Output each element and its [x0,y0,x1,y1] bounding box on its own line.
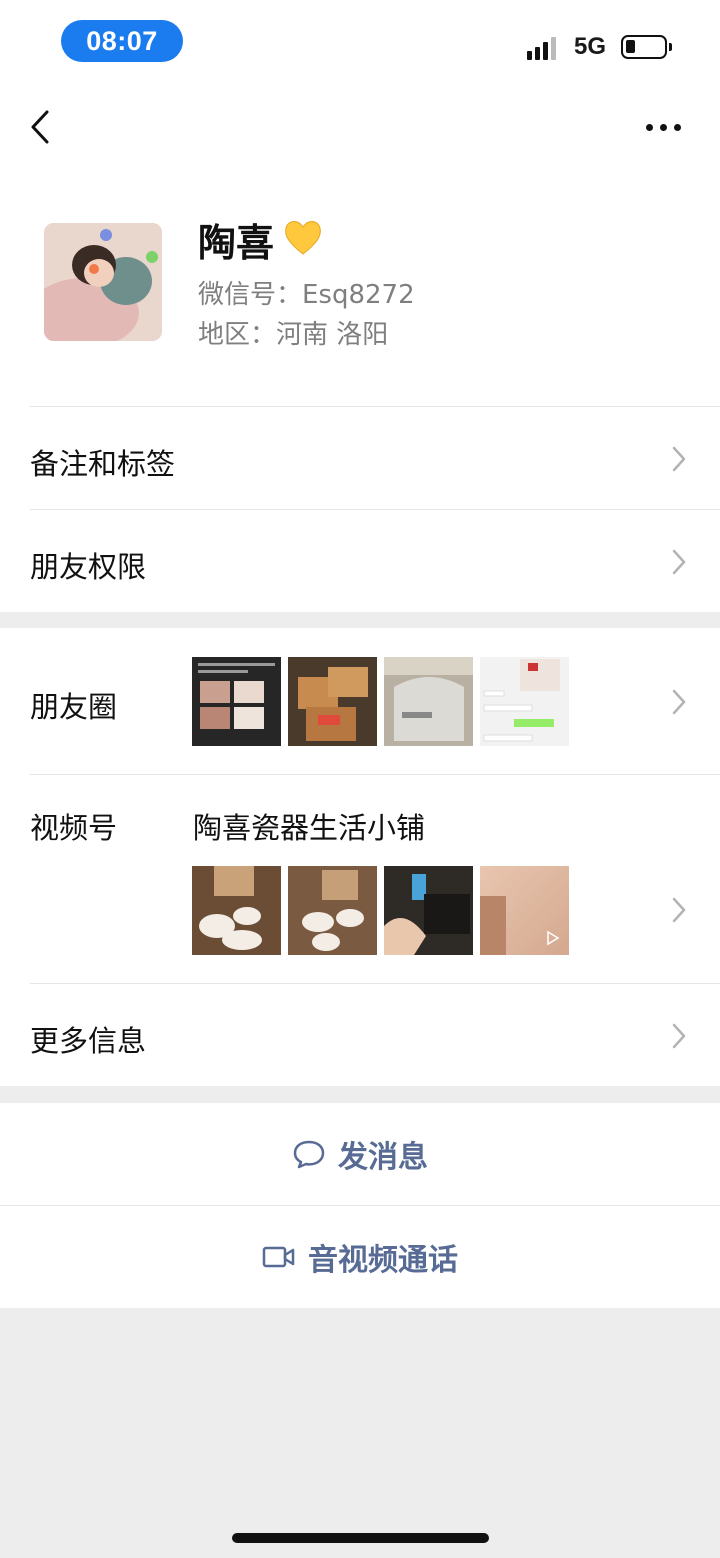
status-time: 08:07 [61,20,183,62]
video-camera-icon [262,1246,295,1268]
video-call-button[interactable]: 音视频通话 [0,1206,720,1308]
back-button[interactable] [28,108,58,146]
channel-name: 陶喜瓷器生活小铺 [193,811,426,845]
more-info-row[interactable]: 更多信息 [0,984,720,1086]
channel-thumbnail [480,866,569,955]
moments-thumbnail [480,657,569,746]
chevron-right-icon [672,897,686,923]
channel-thumbnail [288,866,377,955]
more-info-label: 更多信息 [30,1024,147,1058]
battery-icon [621,35,672,59]
friend-permissions-row[interactable]: 朋友权限 [0,510,720,612]
send-message-button[interactable]: 发消息 [0,1103,720,1205]
moments-row[interactable]: 朋友圈 [0,628,720,774]
chevron-right-icon [672,689,686,715]
more-dots-icon [646,123,653,131]
home-indicator[interactable] [232,1533,489,1543]
back-arrow-icon [31,110,49,144]
region: 地区：河南 洛阳 [198,320,389,350]
channel-thumbnail [192,866,281,955]
channel-thumbnail [384,866,473,955]
remarks-tags-row[interactable]: 备注和标签 [0,407,720,509]
channels-label: 视频号 [30,811,118,845]
more-options-button[interactable] [646,116,690,138]
chat-bubble-icon [293,1140,325,1169]
avatar[interactable] [44,223,162,341]
moments-thumbnail [384,657,473,746]
chevron-right-icon [672,549,686,575]
send-message-label: 发消息 [338,1140,428,1175]
yellow-heart-icon [285,221,321,255]
chevron-right-icon [672,1023,686,1049]
video-call-label: 音视频通话 [308,1243,458,1278]
moments-thumbnail [288,657,377,746]
remarks-tags-label: 备注和标签 [30,447,176,481]
moments-thumbnail [192,657,281,746]
signal-icon [527,36,563,60]
friend-permissions-label: 朋友权限 [30,550,147,584]
wechat-id: 微信号：Esq8272 [198,280,415,310]
network-type: 5G [574,33,607,60]
contact-nickname: 陶喜 [198,221,275,265]
moments-label: 朋友圈 [30,690,118,724]
chevron-right-icon [672,446,686,472]
